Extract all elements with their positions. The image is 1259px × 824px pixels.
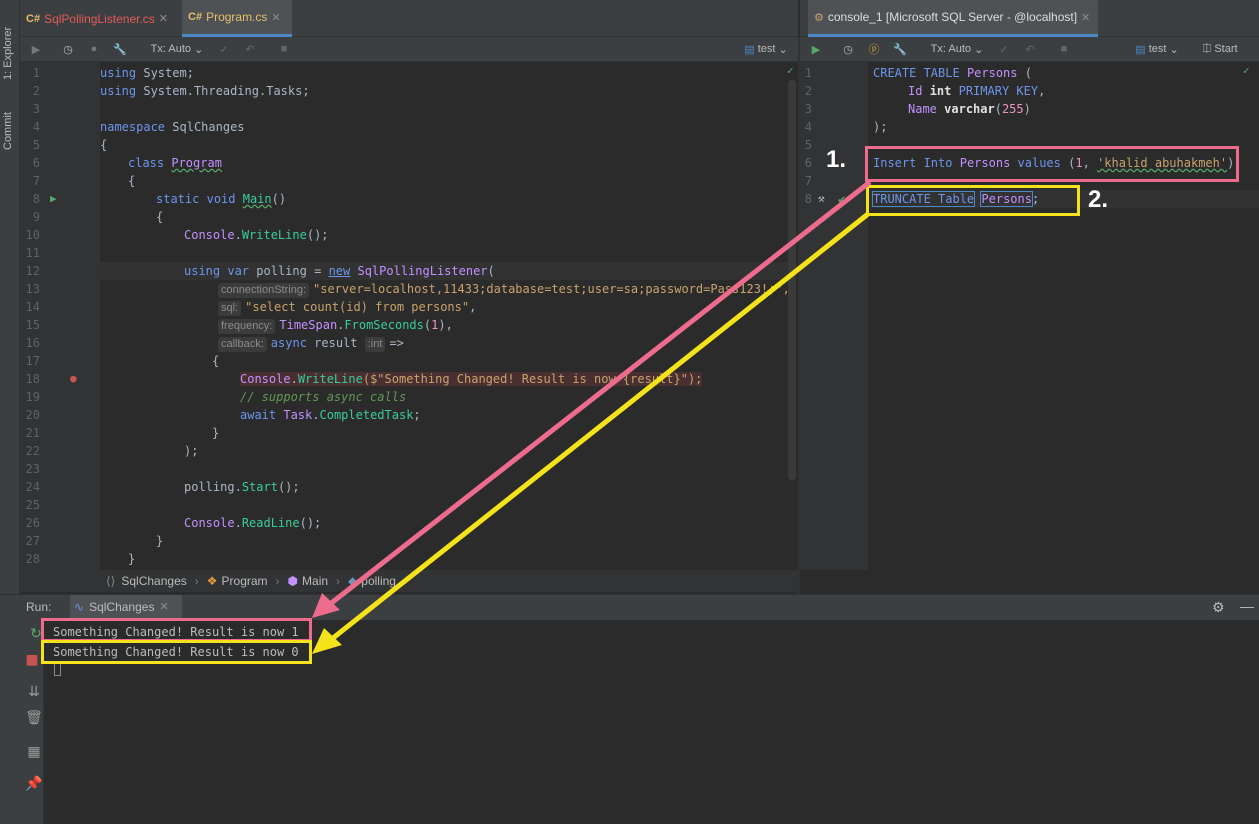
arrow-pink (323, 180, 872, 610)
arrow-yellow (326, 212, 870, 644)
annotation-arrows (312, 180, 872, 654)
